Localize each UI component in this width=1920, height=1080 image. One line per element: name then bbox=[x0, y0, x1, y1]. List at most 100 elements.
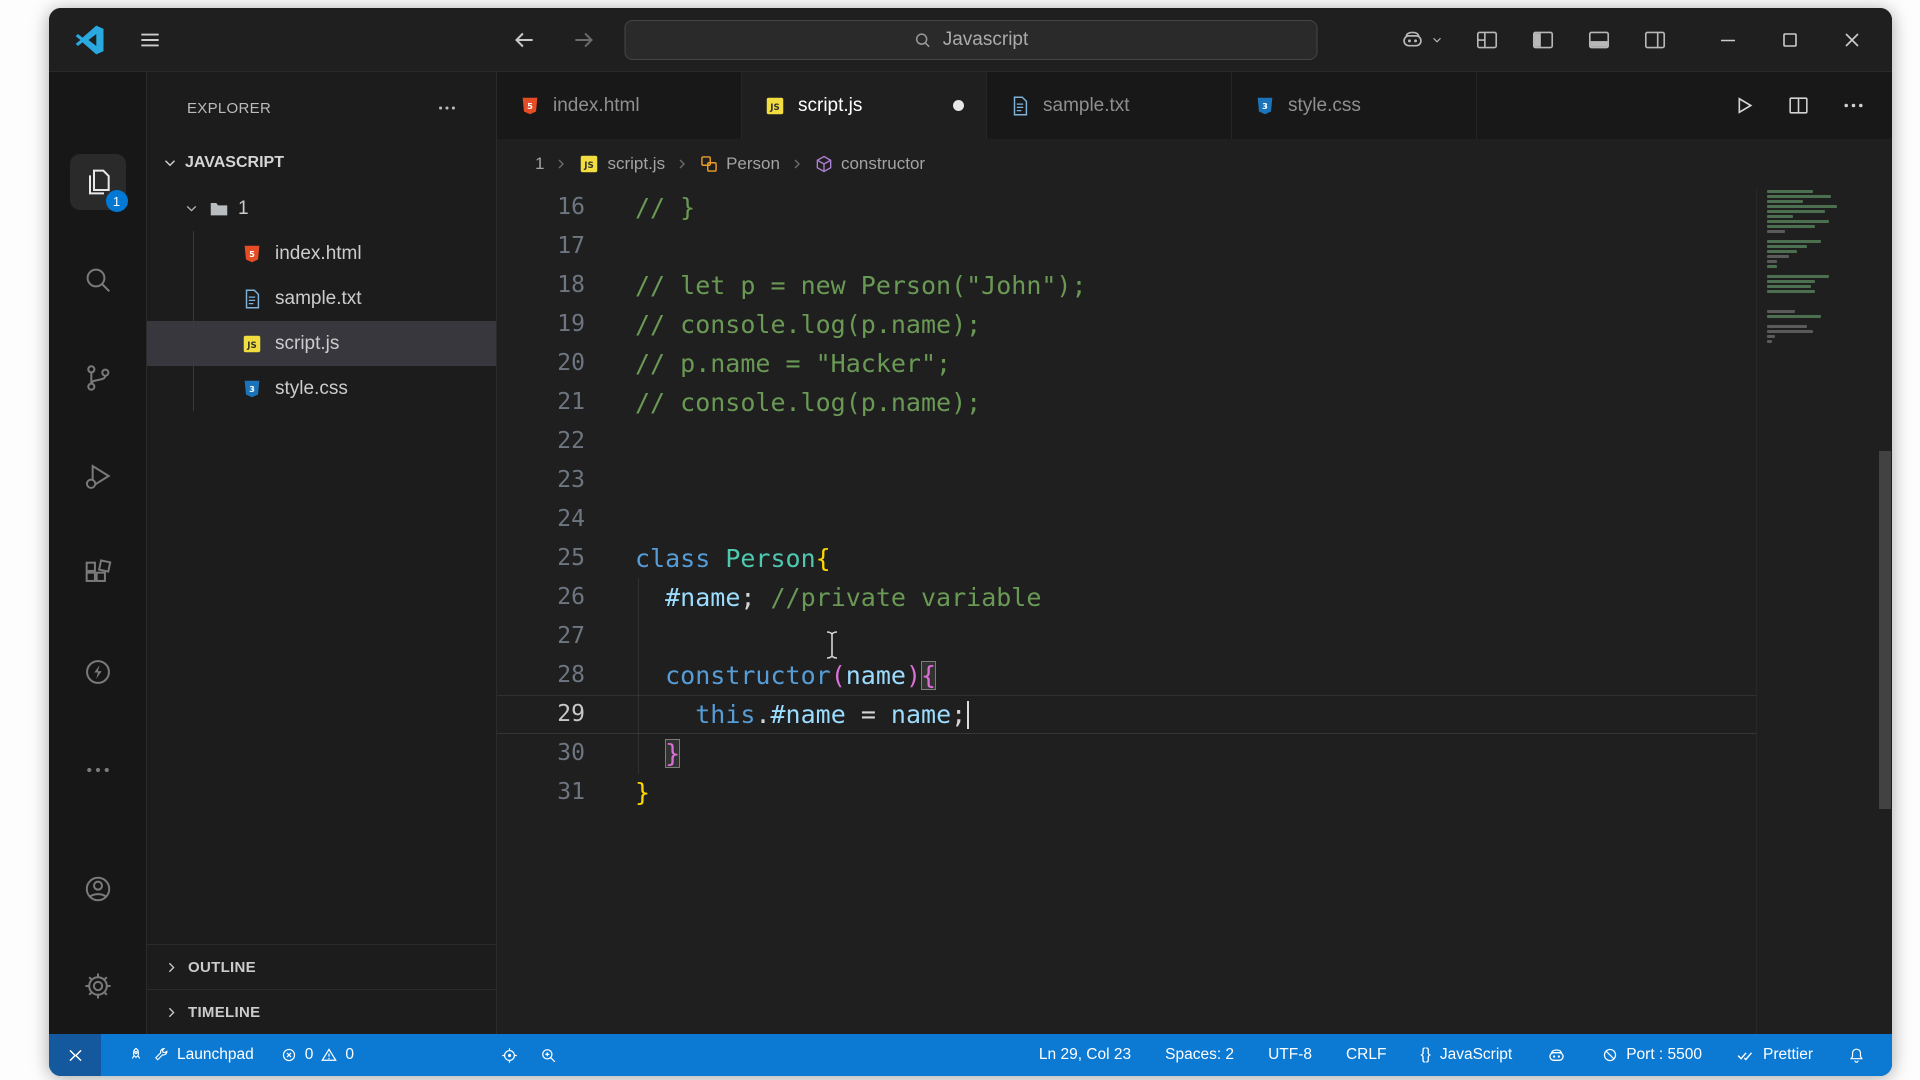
code-line-17[interactable]: 17 bbox=[497, 227, 1756, 266]
file-item-style.css[interactable]: 3 style.css bbox=[147, 366, 496, 411]
breadcrumb-item-Person[interactable]: Person bbox=[699, 154, 780, 174]
notifications-bell[interactable] bbox=[1847, 1034, 1866, 1076]
toggle-panel-button[interactable] bbox=[1586, 27, 1612, 53]
language-mode[interactable]: {} JavaScript bbox=[1420, 1034, 1512, 1076]
tab-script.js[interactable]: JS script.js bbox=[742, 72, 987, 139]
code-line-18[interactable]: 18 // let p = new Person("John"); bbox=[497, 266, 1756, 305]
goto-live-button[interactable] bbox=[500, 1034, 519, 1076]
activity-run-debug[interactable] bbox=[70, 448, 126, 504]
remote-icon bbox=[66, 1046, 85, 1065]
folder-item-1[interactable]: 1 bbox=[147, 186, 496, 231]
tab-index.html[interactable]: 5 index.html bbox=[497, 72, 742, 139]
double-check-icon bbox=[1736, 1045, 1756, 1065]
eol-sequence[interactable]: CRLF bbox=[1346, 1034, 1386, 1076]
scrollbar[interactable] bbox=[1878, 188, 1892, 1034]
activity-thunder-client[interactable] bbox=[70, 644, 126, 700]
code-text: #name; //private variable bbox=[665, 583, 1042, 612]
remote-indicator[interactable] bbox=[49, 1034, 101, 1076]
command-center-search[interactable]: Javascript bbox=[624, 19, 1317, 60]
zoom-button[interactable] bbox=[539, 1034, 558, 1076]
code-line-26[interactable]: 26 #name; //private variable bbox=[497, 578, 1756, 617]
warning-icon bbox=[320, 1046, 338, 1064]
activity-more[interactable] bbox=[70, 742, 126, 798]
encoding[interactable]: UTF-8 bbox=[1268, 1034, 1312, 1076]
file-item-sample.txt[interactable]: sample.txt bbox=[147, 276, 496, 321]
section-header-javascript[interactable]: JAVASCRIPT bbox=[147, 136, 496, 186]
minimap-line bbox=[1767, 315, 1821, 318]
line-number: 23 bbox=[557, 467, 585, 493]
svg-text:JS: JS bbox=[769, 103, 780, 113]
maximize-button[interactable] bbox=[1778, 28, 1802, 52]
activity-explorer[interactable]: 1 bbox=[69, 154, 128, 212]
code-line-20[interactable]: 20 // p.name = "Hacker"; bbox=[497, 344, 1756, 383]
titlebar: Javascript bbox=[49, 8, 1892, 72]
errors-count: 0 bbox=[304, 1046, 314, 1063]
outline-panel-header[interactable]: OUTLINE bbox=[147, 944, 496, 989]
minimize-button[interactable] bbox=[1716, 28, 1740, 52]
line-number: 27 bbox=[557, 623, 585, 649]
file-item-index.html[interactable]: 5 index.html bbox=[147, 231, 496, 276]
code-line-24[interactable]: 24 bbox=[497, 500, 1756, 539]
txt-file-icon bbox=[1009, 95, 1031, 117]
activity-source-control[interactable] bbox=[70, 350, 126, 406]
tab-label: script.js bbox=[798, 94, 863, 116]
chevron-down-icon bbox=[161, 154, 179, 172]
line-number: 24 bbox=[557, 506, 585, 532]
run-code-button[interactable] bbox=[1731, 93, 1756, 118]
live-server-port[interactable]: Port : 5500 bbox=[1601, 1034, 1702, 1076]
timeline-panel-header[interactable]: TIMELINE bbox=[147, 989, 496, 1034]
activity-account[interactable] bbox=[70, 861, 126, 917]
scrollbar-thumb[interactable] bbox=[1879, 451, 1891, 809]
code-line-23[interactable]: 23 bbox=[497, 461, 1756, 500]
breadcrumb-item-1[interactable]: 1 bbox=[535, 154, 544, 174]
tree-indent-guide bbox=[193, 231, 194, 411]
menu-button[interactable] bbox=[137, 27, 163, 53]
minimap-line bbox=[1767, 210, 1825, 213]
code-line-29[interactable]: 29 this.#name = name; bbox=[497, 695, 1756, 734]
tab-style.css[interactable]: 3 style.css bbox=[1232, 72, 1477, 139]
minimap-line bbox=[1767, 340, 1772, 343]
toggle-primary-sidebar-button[interactable] bbox=[1530, 27, 1556, 53]
code-text: class Person{ bbox=[635, 544, 831, 573]
back-button[interactable] bbox=[511, 27, 537, 53]
tab-sample.txt[interactable]: sample.txt bbox=[987, 72, 1232, 139]
forward-button[interactable] bbox=[571, 27, 597, 53]
toggle-secondary-sidebar-button[interactable] bbox=[1642, 27, 1668, 53]
breadcrumb-item-constructor[interactable]: constructor bbox=[814, 154, 925, 174]
indentation[interactable]: Spaces: 2 bbox=[1165, 1034, 1234, 1076]
js-file-icon: JS bbox=[764, 95, 786, 117]
prettier-status[interactable]: Prettier bbox=[1736, 1034, 1813, 1076]
file-item-script.js[interactable]: JS script.js bbox=[147, 321, 496, 366]
cursor-position[interactable]: Ln 29, Col 23 bbox=[1039, 1034, 1131, 1076]
code-line-21[interactable]: 21 // console.log(p.name); bbox=[497, 383, 1756, 422]
code-line-25[interactable]: 25 class Person{ bbox=[497, 539, 1756, 578]
launchpad-button[interactable]: Launchpad bbox=[127, 1034, 254, 1076]
copilot-menu-button[interactable] bbox=[1399, 26, 1444, 53]
split-editor-button[interactable] bbox=[1786, 93, 1811, 118]
code-line-30[interactable]: 30 } bbox=[497, 734, 1756, 773]
code-line-22[interactable]: 22 bbox=[497, 422, 1756, 461]
activity-settings[interactable] bbox=[70, 958, 126, 1014]
minimap[interactable] bbox=[1756, 188, 1878, 1034]
code-line-19[interactable]: 19 // console.log(p.name); bbox=[497, 305, 1756, 344]
code-area[interactable]: 16 // } 17 18 // let p = new Person("John");… bbox=[497, 188, 1756, 1034]
svg-text:5: 5 bbox=[527, 101, 533, 111]
vscode-logo-icon bbox=[75, 25, 105, 55]
views-actions-button[interactable] bbox=[436, 97, 458, 119]
minimap-line bbox=[1767, 250, 1797, 253]
code-line-27[interactable]: 27 bbox=[497, 617, 1756, 656]
customize-layout-button[interactable] bbox=[1474, 27, 1500, 53]
problems-button[interactable]: 0 0 bbox=[280, 1034, 354, 1076]
copilot-status[interactable] bbox=[1546, 1034, 1567, 1076]
close-button[interactable] bbox=[1840, 28, 1864, 52]
indent-guide bbox=[638, 578, 639, 774]
status-bar: Launchpad 0 0 Ln 29, Col 23 Spaces: 2 UT… bbox=[49, 1034, 1892, 1076]
code-line-31[interactable]: 31} bbox=[497, 773, 1756, 812]
activity-search[interactable] bbox=[70, 252, 126, 308]
activity-extensions[interactable] bbox=[70, 546, 126, 602]
code-line-16[interactable]: 16 // } bbox=[497, 188, 1756, 227]
breadcrumb-item-script.js[interactable]: JS script.js bbox=[578, 153, 665, 175]
editor-more-actions-button[interactable] bbox=[1841, 93, 1866, 118]
code-line-28[interactable]: 28 constructor(name){ bbox=[497, 656, 1756, 695]
line-number: 28 bbox=[557, 662, 585, 688]
